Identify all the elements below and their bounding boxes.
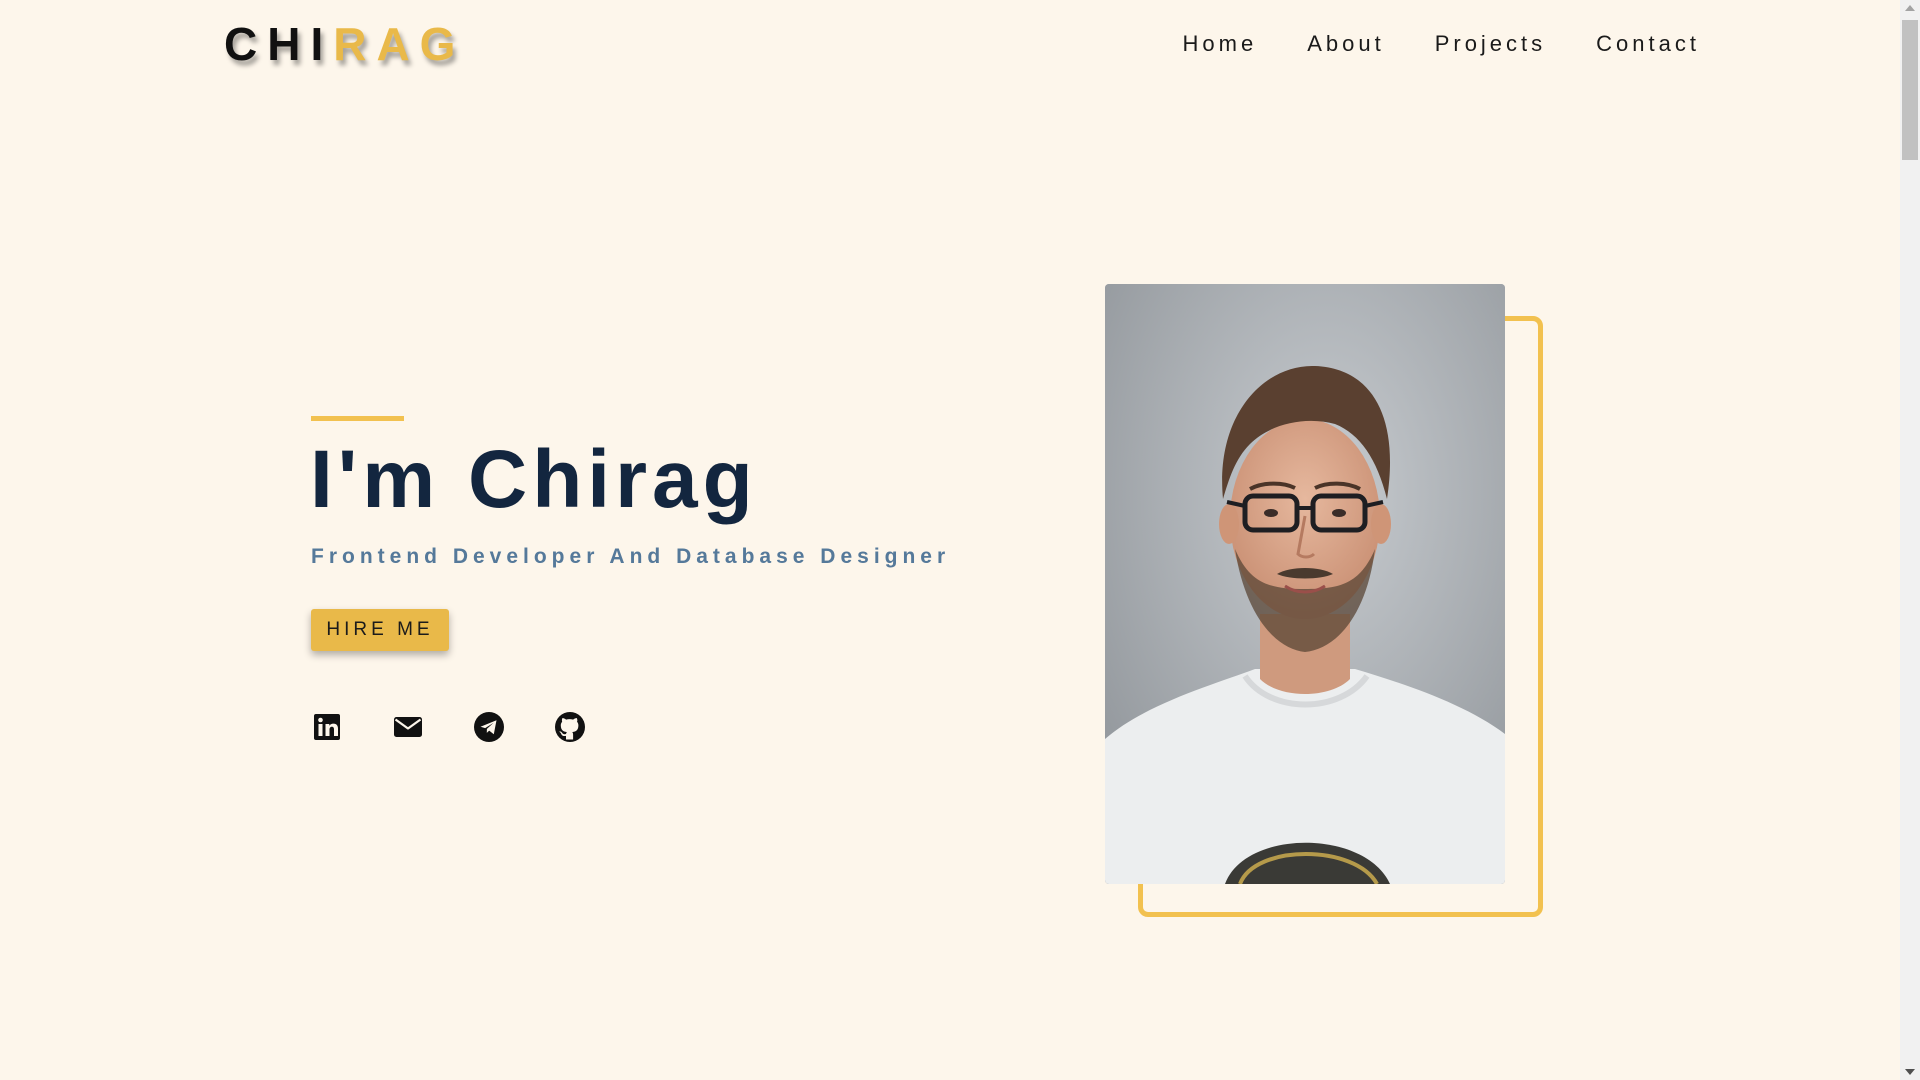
hero-subtitle: Frontend Developer And Database Designer (311, 545, 951, 568)
profile-photo (1105, 284, 1505, 884)
github-icon[interactable] (554, 711, 586, 743)
logo-part-accent: RAG (333, 18, 466, 70)
scroll-down-arrow-icon[interactable] (1905, 1069, 1915, 1075)
telegram-icon[interactable] (473, 711, 505, 743)
scroll-thumb[interactable] (1902, 20, 1918, 160)
page: CHIRAG Home About Projects Contact I'm C… (0, 0, 1920, 1080)
email-icon[interactable] (392, 711, 424, 743)
site-logo[interactable]: CHIRAG (224, 18, 465, 70)
title-accent-line (311, 416, 404, 421)
page-scrollbar[interactable] (1900, 0, 1920, 1080)
logo-part-dark: CHI (224, 18, 334, 70)
nav-home[interactable]: Home (1183, 30, 1258, 58)
scroll-up-arrow-icon[interactable] (1905, 5, 1915, 11)
nav-projects[interactable]: Projects (1435, 30, 1546, 58)
hero-title: I'm Chirag (310, 434, 758, 525)
social-links (311, 711, 586, 743)
linkedin-icon[interactable] (311, 711, 343, 743)
nav-about[interactable]: About (1307, 30, 1385, 58)
hire-me-button[interactable]: HIRE ME (311, 609, 449, 651)
main-nav: Home About Projects Contact (1183, 30, 1701, 58)
nav-contact[interactable]: Contact (1596, 30, 1700, 58)
